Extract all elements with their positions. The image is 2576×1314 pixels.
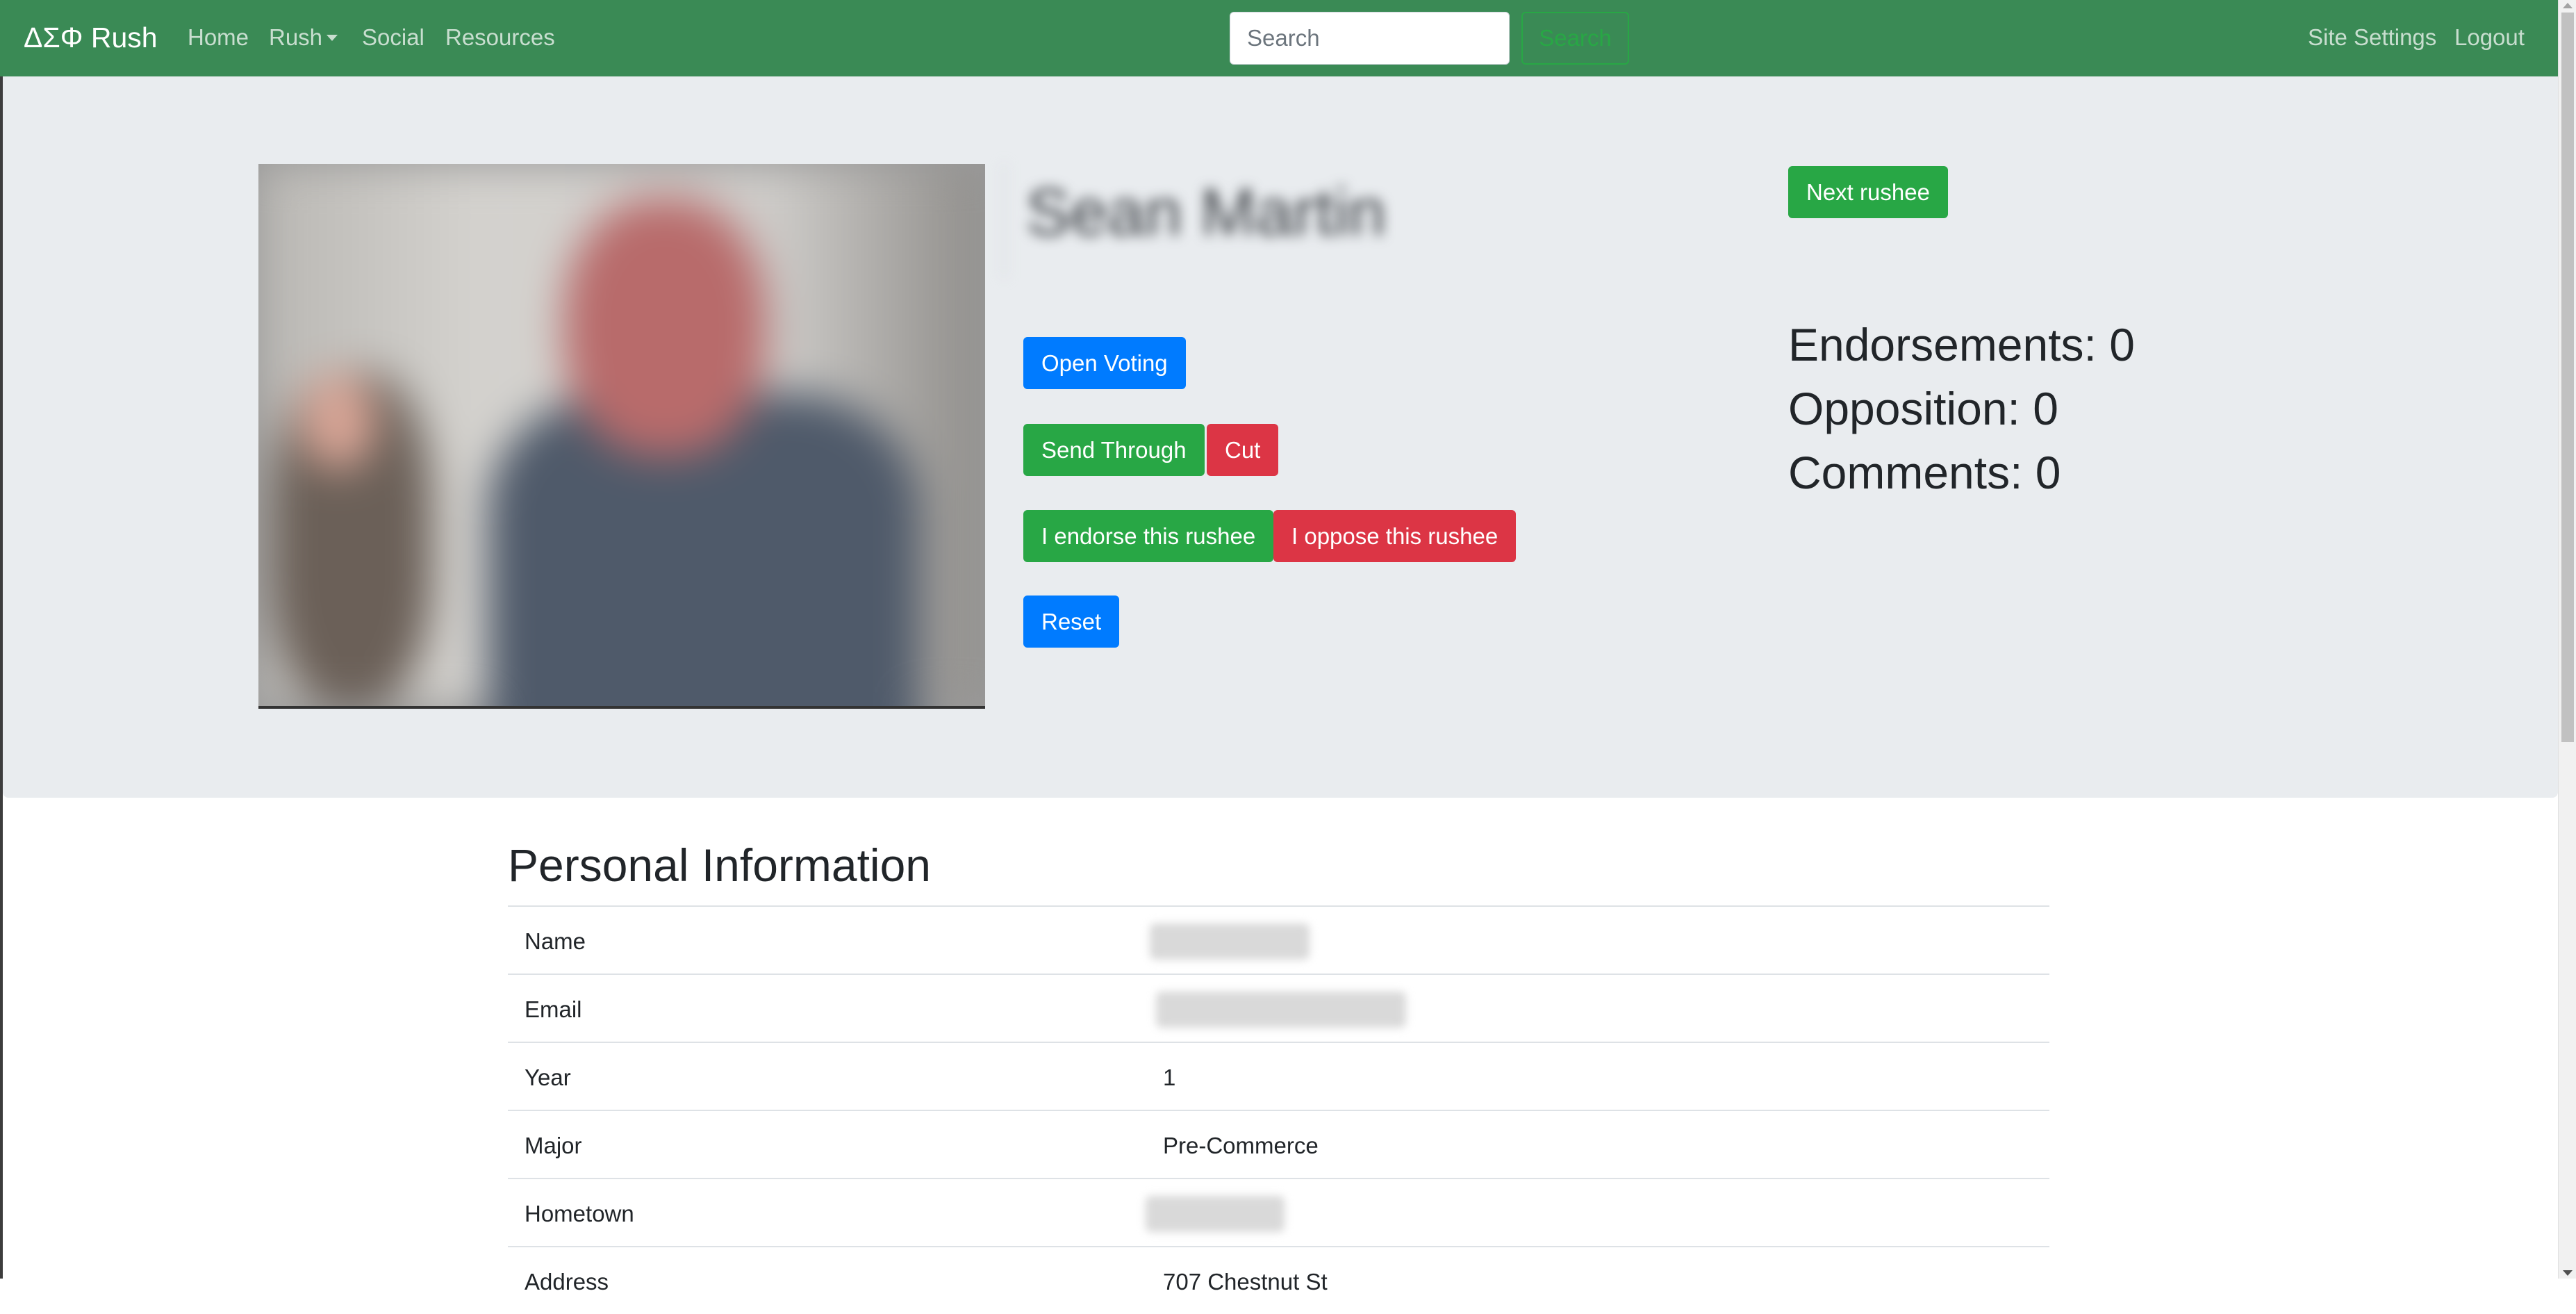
search-button[interactable]: Search bbox=[1521, 12, 1629, 65]
row-value: 1 bbox=[1163, 1065, 1176, 1090]
open-voting-button[interactable]: Open Voting bbox=[1023, 337, 1186, 389]
row-value: Pre-Commerce bbox=[1163, 1133, 1319, 1158]
page-scrollbar[interactable] bbox=[2558, 0, 2576, 1279]
row-value: 707 Chestnut St bbox=[1163, 1269, 1328, 1295]
send-through-button[interactable]: Send Through bbox=[1023, 424, 1205, 476]
table-row: Email bbox=[508, 974, 2049, 1042]
table-row: Address 707 Chestnut St bbox=[508, 1246, 2049, 1314]
nav-resources[interactable]: Resources bbox=[445, 21, 555, 54]
table-row: Name bbox=[508, 905, 2049, 974]
personal-info-title: Personal Information bbox=[508, 839, 931, 891]
scroll-up-icon[interactable] bbox=[2563, 3, 2573, 8]
chevron-down-icon bbox=[327, 35, 338, 41]
oppose-button[interactable]: I oppose this rushee bbox=[1273, 510, 1517, 562]
top-navbar: ΔΣΦ Rush Home Rush Social Resources Sear… bbox=[0, 0, 2558, 76]
scrollbar-thumb[interactable] bbox=[2561, 13, 2574, 742]
row-label: Address bbox=[525, 1269, 609, 1295]
nav-logout[interactable]: Logout bbox=[2454, 21, 2525, 54]
next-rushee-button[interactable]: Next rushee bbox=[1788, 166, 1948, 218]
nav-home[interactable]: Home bbox=[188, 21, 249, 54]
personal-info-table: Name Email Year 1 Major Pre-Commerce Hom… bbox=[508, 905, 2049, 1314]
endorsements-count: Endorsements: 0 bbox=[1788, 319, 2135, 370]
nav-rush-dropdown[interactable]: Rush bbox=[269, 21, 338, 54]
reset-button[interactable]: Reset bbox=[1023, 596, 1120, 648]
comments-count: Comments: 0 bbox=[1788, 447, 2061, 498]
search-input[interactable] bbox=[1230, 12, 1510, 65]
table-row: Hometown bbox=[508, 1178, 2049, 1246]
table-row: Year 1 bbox=[508, 1042, 2049, 1110]
row-label: Year bbox=[525, 1065, 571, 1090]
row-label: Email bbox=[525, 996, 582, 1022]
table-row: Major Pre-Commerce bbox=[508, 1110, 2049, 1178]
nav-social[interactable]: Social bbox=[362, 21, 424, 54]
nav-rush-label: Rush bbox=[269, 24, 323, 50]
redacted-value bbox=[1150, 923, 1310, 960]
opposition-count: Opposition: 0 bbox=[1788, 383, 2058, 434]
nav-site-settings[interactable]: Site Settings bbox=[2308, 21, 2436, 54]
row-label: Name bbox=[525, 928, 586, 954]
redacted-value bbox=[1146, 1196, 1285, 1232]
scroll-down-icon[interactable] bbox=[2563, 1270, 2573, 1276]
rushee-photo bbox=[258, 164, 985, 709]
row-label: Major bbox=[525, 1133, 582, 1158]
cut-button[interactable]: Cut bbox=[1207, 424, 1279, 476]
brand-logo[interactable]: ΔΣΦ Rush bbox=[24, 18, 158, 57]
redacted-value bbox=[1156, 992, 1406, 1028]
row-label: Hometown bbox=[525, 1201, 634, 1226]
endorse-button[interactable]: I endorse this rushee bbox=[1023, 510, 1274, 562]
rushee-name-heading: Sean Martin bbox=[1003, 164, 1386, 278]
